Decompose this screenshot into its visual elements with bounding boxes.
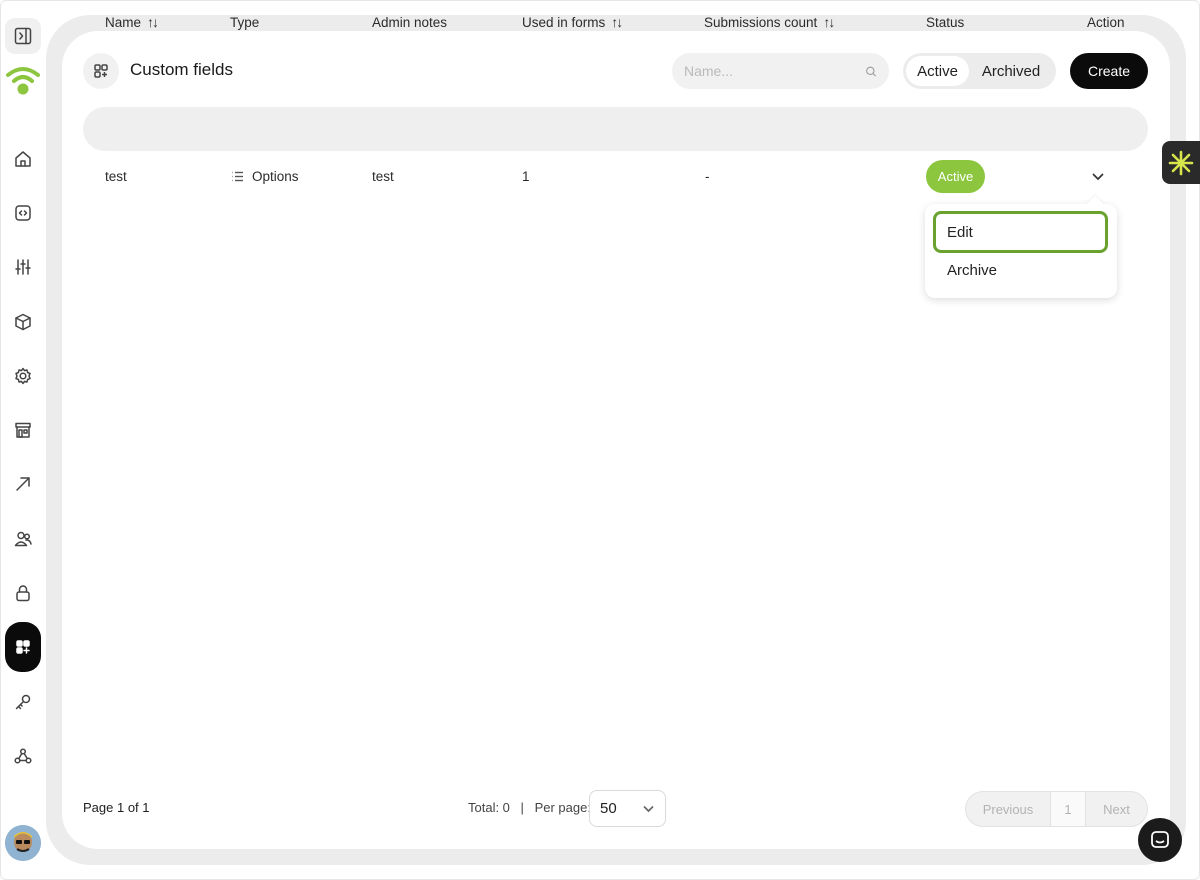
sidebar-toggle-button[interactable] [5,18,41,54]
column-label: Action [1087,14,1125,30]
column-header-name[interactable]: Name ↑↓ [105,0,159,44]
total-label: Total: 0 [468,800,510,815]
action-menu: Edit Archive [925,195,1117,298]
column-label: Type [230,14,260,30]
chat-launcher-button[interactable] [1138,818,1182,862]
previous-page-button[interactable]: Previous [966,792,1050,826]
column-header-admin-notes: Admin notes [372,0,447,44]
separator: | [520,800,524,815]
sidebar-item-redirects[interactable] [5,466,41,502]
filter-archived-tab[interactable]: Archived [969,56,1053,86]
cell-type-label: Options [252,168,299,184]
home-icon [15,151,31,167]
status-filter-toggle: Active Archived [903,53,1056,89]
column-label: Name [105,14,142,30]
sidebar-item-api-keys[interactable] [5,684,41,720]
page-title-icon-wrap [83,53,119,89]
status-badge: Active [926,160,985,193]
users-icon [14,531,32,547]
pagination: Previous 1 Next [965,791,1148,827]
sidebar [0,0,46,880]
column-label: Admin notes [372,14,448,30]
page-number-button[interactable]: 1 [1050,792,1086,826]
brand-logo[interactable] [5,62,41,98]
column-header-action: Action [1087,0,1125,44]
sort-icon[interactable]: ↑↓ [611,14,623,30]
sidebar-item-settings-sliders[interactable] [5,249,41,285]
search-input[interactable] [684,63,865,79]
column-header-used-in-forms[interactable]: Used in forms ↑↓ [522,0,623,44]
sidebar-item-webhooks[interactable] [5,738,41,774]
menu-item-edit[interactable]: Edit [933,211,1108,253]
gear-icon [15,367,31,385]
cell-used-in-forms: 1 [522,168,530,184]
key-icon [15,694,31,710]
row-action-toggle[interactable] [1087,165,1109,187]
webhook-icon [14,748,32,764]
sidebar-item-custom-fields[interactable] [5,622,41,672]
side-widget-button[interactable] [1162,141,1200,184]
arrow-up-right-icon [16,477,30,491]
chevron-down-icon [1092,173,1104,181]
search-icon [866,66,877,77]
column-header-status: Status [926,0,964,44]
asterisk-icon [1168,150,1194,175]
column-header-submissions-count[interactable]: Submissions count ↑↓ [704,0,835,44]
avatar-face-icon [5,825,41,861]
custom-fields-icon [16,640,30,654]
total-count: Total: 0 | Per page: [468,800,591,815]
chat-icon [1151,831,1169,848]
wifi-logo-icon [6,67,40,95]
sliders-icon [15,259,31,275]
column-label: Used in forms [522,14,606,30]
cell-name: test [105,168,127,184]
cube-icon [15,313,31,331]
page-info: Page 1 of 1 [83,800,150,815]
per-page-select[interactable]: 50 [589,790,666,827]
filter-active-tab[interactable]: Active [906,56,969,86]
cell-admin-notes: test [372,168,394,184]
menu-item-archive[interactable]: Archive [933,249,1108,291]
cell-submissions-count: - [705,168,710,184]
store-icon [15,422,31,438]
per-page-label: Per page: [534,800,591,815]
main-panel [62,31,1170,849]
cell-type: Options [230,163,299,189]
custom-fields-icon [94,64,108,78]
next-page-button[interactable]: Next [1086,792,1147,826]
sidebar-item-security[interactable] [5,575,41,611]
sidebar-item-products[interactable] [5,304,41,340]
search-field[interactable] [672,53,889,89]
sidebar-toggle-icon [14,27,32,45]
sidebar-item-users[interactable] [5,521,41,557]
sidebar-item-settings[interactable] [5,358,41,394]
per-page-value: 50 [600,800,617,817]
column-label: Status [926,14,965,30]
create-button[interactable]: Create [1070,53,1148,89]
column-header-type: Type [230,0,259,44]
sidebar-item-store[interactable] [5,412,41,448]
lock-icon [16,585,30,602]
chevron-down-icon [643,805,654,813]
sort-icon[interactable]: ↑↓ [823,14,835,30]
list-icon [232,171,243,181]
table-header [83,107,1148,151]
sidebar-item-code[interactable] [5,195,41,231]
user-avatar[interactable] [5,825,41,861]
sidebar-item-home[interactable] [5,141,41,177]
page-title: Custom fields [130,60,233,79]
column-label: Submissions count [704,14,818,30]
sort-icon[interactable]: ↑↓ [147,14,159,30]
code-icon [15,205,31,221]
